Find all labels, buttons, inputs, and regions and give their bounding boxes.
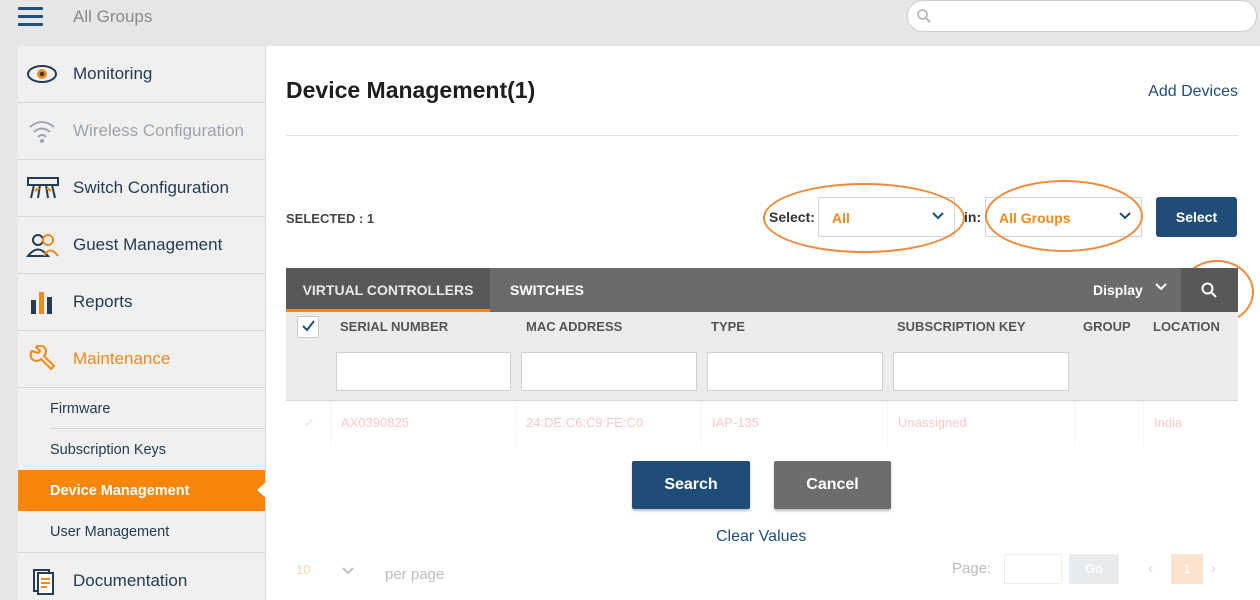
column-header-group[interactable]: GROUP [1083, 319, 1131, 334]
sidebar-subitem-label: Subscription Keys [50, 441, 167, 458]
sidebar-item-label: Switch Configuration [73, 178, 229, 197]
column-header-subscription-key[interactable]: SUBSCRIPTION KEY [897, 319, 1026, 334]
current-group-title: All Groups [73, 7, 153, 26]
sidebar-item-monitoring[interactable]: Monitoring [18, 46, 265, 103]
serial-number-filter-input[interactable] [336, 352, 511, 391]
users-icon [26, 234, 59, 257]
wifi-icon [29, 121, 55, 143]
add-devices-link[interactable]: Add Devices [1148, 83, 1238, 101]
sidebar-item-label: Monitoring [73, 64, 153, 83]
cell-type: IAP-135 [712, 415, 759, 430]
checkmark-icon [302, 320, 315, 332]
sidebar-item-documentation[interactable]: Documentation [18, 553, 265, 600]
sidebar-subitem-label: Device Management [50, 482, 190, 499]
per-page-select[interactable]: 10 [296, 562, 366, 588]
display-label: Display [1093, 282, 1143, 298]
search-icon [917, 9, 931, 23]
dropdown-value: All [832, 210, 850, 226]
page-number-input[interactable] [1004, 554, 1062, 584]
switch-icon [27, 177, 59, 199]
chevron-down-icon [1119, 212, 1131, 220]
current-page-button[interactable]: 1 [1171, 554, 1203, 584]
select-button[interactable]: Select [1156, 197, 1237, 237]
per-page-value: 10 [296, 562, 311, 577]
global-search-input[interactable] [940, 7, 1240, 23]
cell-mac-address: 24:DE:C6:C9:FE:C0 [526, 415, 644, 430]
select-all-checkbox[interactable] [297, 316, 319, 338]
cell-serial-number: AX0390825 [341, 415, 409, 430]
mac-address-filter-input[interactable] [521, 352, 697, 391]
pagination-bar: 10 per page Page: Go ‹ 1 › [286, 554, 1238, 594]
sidebar-subitem-firmware[interactable]: Firmware [18, 388, 265, 429]
sidebar-item-label: Wireless Configuration [73, 121, 245, 140]
sidebar-subitem-subscription-keys[interactable]: Subscription Keys [18, 429, 265, 470]
top-bar: All Groups [0, 0, 1260, 46]
table-header: SERIAL NUMBER MAC ADDRESS TYPE SUBSCRIPT… [286, 312, 1238, 343]
search-icon [1201, 282, 1217, 298]
wrench-icon [29, 345, 56, 371]
type-filter-input[interactable] [707, 352, 883, 391]
column-header-serial-number[interactable]: SERIAL NUMBER [340, 319, 448, 334]
cancel-button[interactable]: Cancel [774, 461, 891, 509]
subscription-key-filter-input[interactable] [893, 352, 1069, 391]
previous-page-icon[interactable]: ‹ [1148, 560, 1153, 577]
chevron-down-icon [932, 212, 944, 220]
maintenance-submenu: Firmware Subscription Keys Device Manage… [18, 388, 266, 553]
row-checkbox-icon: ✓ [304, 415, 315, 430]
sidebar-subitem-user-management[interactable]: User Management [18, 511, 265, 552]
eye-icon [27, 65, 57, 83]
go-button[interactable]: Go [1069, 554, 1119, 584]
table-filter-row [286, 343, 1238, 401]
selected-count: SELECTED : 1 [286, 211, 375, 226]
in-label: in: [964, 209, 982, 225]
hamburger-menu-icon[interactable] [18, 7, 43, 27]
column-header-location[interactable]: LOCATION [1153, 319, 1220, 334]
display-menu-button[interactable]: Display [1093, 268, 1167, 312]
cell-location: India [1154, 415, 1183, 430]
global-search-box[interactable] [907, 0, 1257, 32]
next-page-icon[interactable]: › [1211, 560, 1216, 577]
document-icon [33, 569, 54, 595]
chevron-down-icon [1155, 283, 1167, 291]
sidebar-item-guest-management[interactable]: Guest Management [18, 217, 265, 274]
tab-virtual-controllers[interactable]: VIRTUAL CONTROLLERS [286, 268, 490, 312]
tab-switches[interactable]: SWITCHES [490, 268, 604, 312]
sidebar-subitem-label: Firmware [50, 400, 111, 417]
per-page-label: per page [385, 566, 445, 583]
sidebar-item-label: Guest Management [73, 235, 223, 254]
clear-values-link[interactable]: Clear Values [716, 528, 806, 546]
chevron-down-icon [342, 567, 354, 575]
sidebar-item-label: Reports [73, 292, 133, 311]
column-header-mac-address[interactable]: MAC ADDRESS [526, 319, 622, 334]
divider [286, 135, 1238, 136]
device-filter-dropdown[interactable]: All [818, 197, 955, 237]
sidebar-item-reports[interactable]: Reports [18, 274, 265, 331]
table-search-button[interactable] [1181, 268, 1238, 312]
sidebar-item-label: Documentation [73, 571, 188, 590]
page-label: Page: [952, 560, 992, 577]
cell-subscription-key: Unassigned [898, 415, 967, 430]
sidebar-item-wireless-configuration[interactable]: Wireless Configuration [18, 103, 265, 160]
dropdown-value: All Groups [999, 210, 1071, 226]
sidebar-subitem-device-management[interactable]: Device Management [18, 470, 266, 511]
sidebar-item-maintenance[interactable]: Maintenance [18, 331, 265, 388]
main-content: Device Management(1) Add Devices SELECTE… [266, 46, 1260, 600]
column-header-type[interactable]: TYPE [711, 319, 745, 334]
sidebar: Monitoring Wireless Configuration Switch… [18, 46, 266, 600]
sidebar-item-label: Maintenance [73, 349, 171, 368]
bar-chart-icon [31, 292, 52, 314]
table-row: ✓ AX0390825 24:DE:C6:C9:FE:C0 IAP-135 Un… [286, 401, 1238, 445]
device-tab-bar: VIRTUAL CONTROLLERS SWITCHES Display [286, 268, 1238, 312]
sidebar-subitem-label: User Management [50, 523, 170, 540]
search-button[interactable]: Search [632, 461, 750, 509]
sidebar-item-switch-configuration[interactable]: Switch Configuration [18, 160, 265, 217]
select-label: Select: [769, 209, 815, 225]
page-title: Device Management(1) [286, 77, 536, 103]
group-filter-dropdown[interactable]: All Groups [985, 197, 1142, 237]
